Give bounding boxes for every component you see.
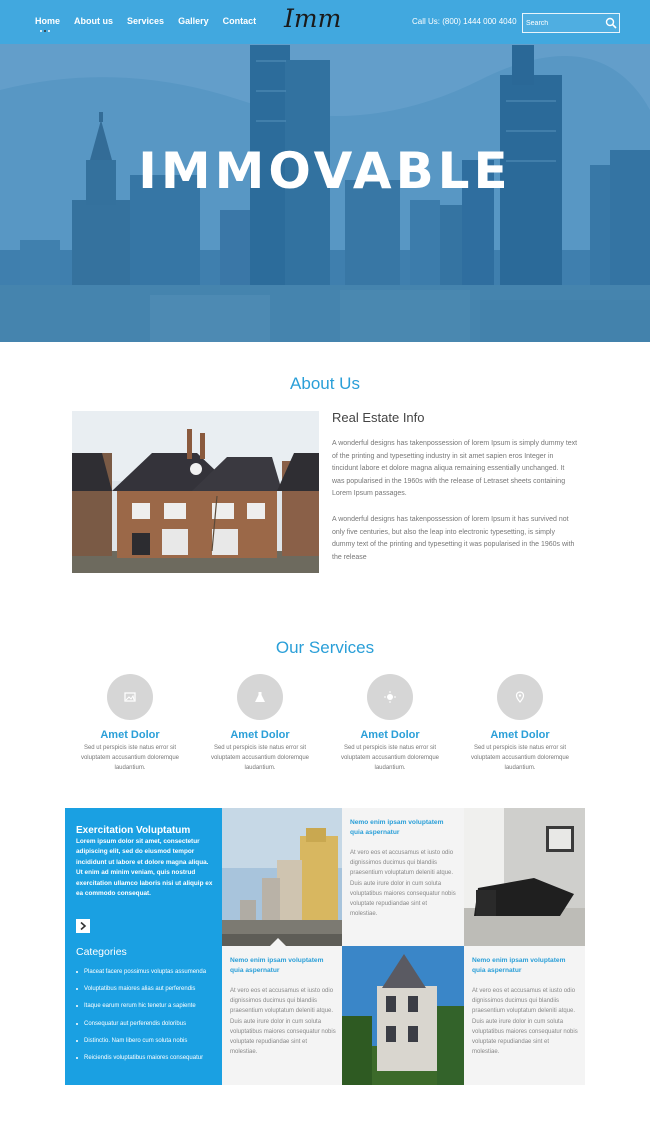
hero-banner: IMMOVABLE xyxy=(0,0,650,342)
category-link[interactable]: Distinctio. Nam libero cum soluta nobis xyxy=(76,1036,206,1053)
victorian-house-image xyxy=(342,946,464,1085)
sun-icon xyxy=(384,691,396,703)
info-tile: Nemo enim ipsam voluptatem quia aspernat… xyxy=(464,946,585,1085)
about-section-title: About Us xyxy=(290,374,360,393)
tile-heading[interactable]: Nemo enim ipsam voluptatem quia aspernat… xyxy=(472,956,578,975)
tile-text: At vero eos et accusamus et iusto odio d… xyxy=(230,988,336,1056)
categories-title: Categories xyxy=(76,946,127,958)
nav-item-home[interactable]: Home xyxy=(35,16,60,32)
tile-heading[interactable]: Nemo enim ipsam voluptatem quia aspernat… xyxy=(230,956,336,975)
about-paragraph-1: A wonderful designs has takenpossession … xyxy=(332,440,578,497)
service-title: Amet Dolor xyxy=(360,729,420,741)
service-title: Amet Dolor xyxy=(490,729,550,741)
service-title: Amet Dolor xyxy=(100,729,160,741)
category-link[interactable]: Reiciendis voluptatibus maiores consequa… xyxy=(76,1053,206,1070)
tile-text: At vero eos et accusamus et iusto odio d… xyxy=(472,988,578,1056)
category-link[interactable]: Consequatur aut perferendis doloribus xyxy=(76,1019,206,1036)
search-box xyxy=(522,13,620,33)
service-text: Sed ut perspicis iste natus error sit vo… xyxy=(340,745,440,771)
service-card: Amet Dolor Sed ut perspicis iste natus e… xyxy=(465,674,575,773)
category-link[interactable]: Voluptatibus maiores alias aut perferend… xyxy=(76,984,206,1001)
search-input[interactable] xyxy=(526,17,601,30)
search-icon[interactable] xyxy=(605,17,617,29)
top-navigation: Home About us Services Gallery Contact I… xyxy=(0,0,650,44)
image-icon xyxy=(124,692,136,702)
map-pin-icon xyxy=(515,691,525,703)
services-section-title: Our Services xyxy=(275,638,375,657)
service-title: Amet Dolor xyxy=(230,729,290,741)
service-card: Amet Dolor Sed ut perspicis iste natus e… xyxy=(205,674,315,773)
nav-item-contact[interactable]: Contact xyxy=(223,16,257,26)
service-icon-circle[interactable] xyxy=(497,674,543,720)
flask-icon xyxy=(255,692,265,702)
site-logo[interactable]: Imm xyxy=(284,4,341,33)
tile-heading[interactable]: Nemo enim ipsam voluptatem quia aspernat… xyxy=(350,818,456,837)
house-image xyxy=(72,411,319,573)
service-icon-circle[interactable] xyxy=(367,674,413,720)
service-icon-circle[interactable] xyxy=(237,674,283,720)
nav-item-services[interactable]: Services xyxy=(127,16,164,26)
nav-menu: Home About us Services Gallery Contact xyxy=(35,16,257,32)
about-paragraph-2: A wonderful designs has takenpossession … xyxy=(332,516,575,561)
nav-item-gallery[interactable]: Gallery xyxy=(178,16,209,26)
info-tile: Nemo enim ipsam voluptatem quia aspernat… xyxy=(222,946,342,1085)
about-subtitle: Real Estate Info xyxy=(332,410,425,425)
category-link[interactable]: Placeat facere possimus voluptas assumen… xyxy=(76,967,206,984)
nav-item-about[interactable]: About us xyxy=(74,16,113,26)
call-us-text: Call Us: (800) 1444 000 4040 xyxy=(412,17,517,26)
category-link[interactable]: Itaque earum rerum hic tenetur a sapient… xyxy=(76,1001,206,1018)
read-more-button[interactable] xyxy=(76,919,90,933)
service-text: Sed ut perspicis iste natus error sit vo… xyxy=(80,745,180,771)
service-text: Sed ut perspicis iste natus error sit vo… xyxy=(470,745,570,771)
info-tile: Nemo enim ipsam voluptatem quia aspernat… xyxy=(342,808,464,946)
tile-text: At vero eos et accusamus et iusto odio d… xyxy=(350,850,456,918)
service-card: Amet Dolor Sed ut perspicis iste natus e… xyxy=(75,674,185,773)
chevron-right-icon xyxy=(80,921,87,931)
panel-text: Lorem ipsum dolor sit amet, consectetur … xyxy=(76,838,213,898)
service-card: Amet Dolor Sed ut perspicis iste natus e… xyxy=(335,674,445,773)
hero-title: IMMOVABLE xyxy=(138,142,512,200)
categories-list: Placeat facere possimus voluptas assumen… xyxy=(76,967,206,1070)
service-icon-circle[interactable] xyxy=(107,674,153,720)
skyscraper-image xyxy=(222,808,342,946)
service-text: Sed ut perspicis iste natus error sit vo… xyxy=(210,745,310,771)
sofa-image xyxy=(464,808,585,946)
panel-heading: Exercitation Voluptatum xyxy=(76,825,191,836)
